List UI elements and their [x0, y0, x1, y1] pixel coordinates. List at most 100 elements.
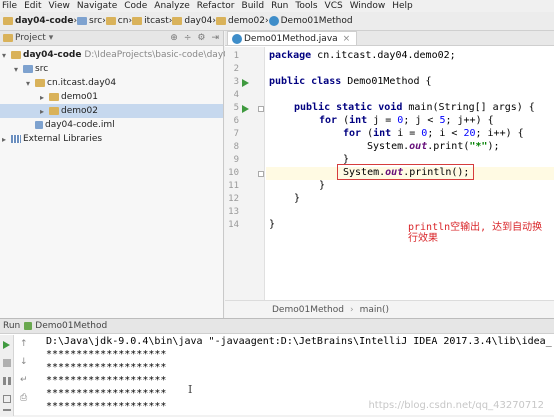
console-output-line: ********************	[46, 375, 167, 386]
folder-icon	[77, 17, 88, 25]
console-output-line: ********************	[46, 362, 167, 373]
watermark: https://blog.csdn.net/qq_43270712	[368, 400, 544, 411]
breadcrumb-day04[interactable]: day04	[172, 16, 212, 26]
line-number: 13	[228, 207, 239, 217]
line-number: 8	[233, 142, 239, 152]
menu-file[interactable]: File	[2, 1, 17, 11]
fold-icon[interactable]	[258, 106, 264, 112]
chevron-down-icon[interactable]: ▾	[2, 51, 11, 60]
run-class-icon[interactable]	[242, 79, 249, 87]
menu-tools[interactable]: Tools	[295, 1, 317, 11]
wrap-icon[interactable]: ↵	[20, 375, 28, 385]
arrow-up-icon[interactable]: ↑	[20, 339, 28, 349]
line-number: 2	[233, 64, 239, 74]
run-panel-title[interactable]: Run	[3, 321, 20, 331]
menu-analyze[interactable]: Analyze	[154, 1, 189, 11]
tree-item-demo01[interactable]: ▸ demo01	[40, 90, 98, 104]
gear-icon[interactable]: ⚙	[197, 33, 205, 43]
stop-icon[interactable]	[3, 359, 11, 367]
breadcrumb-project[interactable]: day04-code	[3, 16, 73, 26]
menu-refactor[interactable]: Refactor	[197, 1, 235, 11]
breadcrumb-class[interactable]: Demo01Method	[268, 16, 353, 26]
project-icon	[3, 34, 13, 42]
console-command: D:\Java\jdk-9.0.4\bin\java "-javaagent:D…	[46, 336, 552, 347]
chevron-right-icon[interactable]: ▸	[2, 135, 11, 144]
breadcrumb-cn[interactable]: cn	[105, 16, 128, 26]
code-line-8[interactable]: System.out.print("*");	[367, 141, 499, 152]
breadcrumb-demo02[interactable]: demo02	[216, 16, 265, 26]
menu-window[interactable]: Window	[350, 1, 386, 11]
tree-item-iml[interactable]: day04-code.iml	[26, 118, 115, 132]
chevron-down-icon[interactable]: ▾	[26, 79, 35, 88]
code-line-1[interactable]: package cn.itcast.day04.demo02;	[269, 50, 456, 61]
project-panel-header: Project ▾ ⊕ ÷ ⚙ ⇥	[0, 31, 223, 46]
menu-vcs[interactable]: VCS	[325, 1, 343, 11]
code-line-3[interactable]: public class Demo01Method {	[269, 76, 432, 87]
print-icon[interactable]: ⎙	[20, 393, 27, 403]
tab-demo01method[interactable]: Demo01Method.java ×	[227, 31, 358, 45]
run-config-tab[interactable]: Demo01Method	[35, 321, 107, 331]
java-class-icon	[232, 33, 242, 44]
code-line-14[interactable]: }	[269, 219, 275, 230]
menu-bar: File Edit View Navigate Code Analyze Ref…	[0, 0, 554, 12]
line-number: 11	[228, 181, 239, 191]
highlight-box	[337, 164, 474, 180]
run-config-icon	[24, 322, 33, 330]
editor-breadcrumb: Demo01Method › main()	[225, 300, 554, 318]
collapse-icon[interactable]: ÷	[184, 33, 192, 43]
menu-build[interactable]: Build	[242, 1, 265, 11]
arrow-down-icon[interactable]: ↓	[20, 357, 28, 367]
line-number: 6	[233, 116, 239, 126]
tree-item-demo02[interactable]: ▸ demo02	[0, 104, 223, 118]
editor-tabs: Demo01Method.java ×	[225, 31, 554, 46]
line-number: 5	[233, 103, 239, 113]
run-toolbar	[0, 335, 14, 416]
text-cursor-icon: I	[188, 383, 193, 396]
settings-icon[interactable]	[3, 409, 11, 417]
project-panel-title[interactable]: Project	[15, 33, 46, 43]
restore-layout-icon[interactable]	[3, 395, 11, 403]
menu-edit[interactable]: Edit	[24, 1, 41, 11]
code-line-12[interactable]: }	[294, 193, 300, 204]
pause-icon[interactable]	[3, 377, 11, 385]
annotation-note: println空输出, 达到自动换行效果	[408, 222, 543, 244]
line-number: 14	[228, 220, 239, 230]
source-folder-icon	[23, 65, 33, 73]
code-line-11[interactable]: }	[319, 180, 325, 191]
menu-view[interactable]: View	[49, 1, 70, 11]
folder-icon	[3, 17, 13, 25]
project-panel: Project ▾ ⊕ ÷ ⚙ ⇥ ▾ day04-code D:\IdeaPr…	[0, 31, 248, 318]
chevron-down-icon[interactable]: ▾	[14, 65, 23, 74]
code-line-6[interactable]: for (int j = 0; j < 5; j++) {	[319, 115, 494, 126]
chevron-down-icon[interactable]: ▾	[49, 33, 54, 43]
breadcrumb-src[interactable]: src	[77, 16, 102, 26]
menu-code[interactable]: Code	[124, 1, 147, 11]
tree-item-external-libraries[interactable]: ▸ External Libraries	[2, 132, 102, 146]
run-method-icon[interactable]	[242, 105, 249, 113]
sync-icon[interactable]: ⊕	[170, 33, 178, 43]
menu-run[interactable]: Run	[271, 1, 288, 11]
editor-breadcrumb-method[interactable]: main()	[360, 305, 390, 315]
chevron-right-icon[interactable]: ▸	[40, 93, 49, 102]
breadcrumb-itcast[interactable]: itcast	[132, 16, 169, 26]
hide-icon[interactable]: ⇥	[211, 33, 219, 43]
line-number: 9	[233, 155, 239, 165]
menu-help[interactable]: Help	[392, 1, 413, 11]
code-line-7[interactable]: for (int i = 0; i < 20; i++) {	[343, 128, 524, 139]
fold-icon[interactable]	[258, 171, 264, 177]
tree-item-project[interactable]: ▾ day04-code D:\IdeaProjects\basic-code\…	[2, 48, 248, 62]
package-icon	[49, 93, 59, 101]
line-number: 10	[228, 168, 239, 178]
code-line-5[interactable]: public static void main(String[] args) {	[294, 102, 535, 113]
chevron-right-icon: ›	[349, 304, 354, 315]
module-file-icon	[35, 121, 43, 129]
chevron-right-icon[interactable]: ▸	[40, 107, 49, 116]
package-icon	[35, 79, 45, 87]
menu-navigate[interactable]: Navigate	[77, 1, 117, 11]
line-number: 4	[233, 90, 239, 100]
editor-breadcrumb-class[interactable]: Demo01Method	[272, 305, 344, 315]
tree-item-package[interactable]: ▾ cn.itcast.day04	[26, 76, 116, 90]
tree-item-src[interactable]: ▾ src	[14, 62, 48, 76]
close-icon[interactable]: ×	[343, 34, 351, 44]
rerun-icon[interactable]	[3, 341, 10, 349]
